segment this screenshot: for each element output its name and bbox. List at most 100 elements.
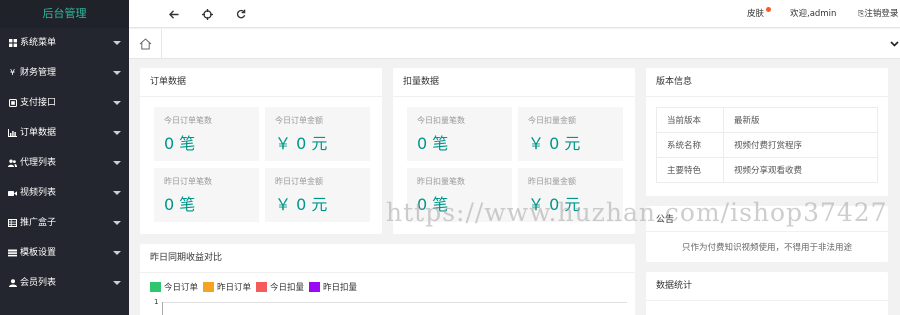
sidebar-item-orders[interactable]: 订单数据	[0, 118, 129, 148]
stat-value: 0 笔	[417, 195, 449, 214]
sidebar-item-label: 系统菜单	[20, 38, 57, 48]
legend-item[interactable]: 昨日扣量	[309, 281, 357, 293]
stat-value: ￥ 0 元	[528, 134, 581, 153]
legend-item[interactable]: 昨日订单	[203, 281, 251, 293]
stat-label: 昨日扣量金额	[528, 177, 576, 186]
table-row: 系统名称 视频付费打赏程序	[656, 132, 878, 158]
layout-icon	[7, 249, 18, 257]
grid-icon	[7, 39, 18, 47]
income-compare-chart-card: 昨日同期收益对比 1	[140, 244, 635, 315]
skin-switch[interactable]: 皮肤	[747, 0, 772, 28]
chart-legend: 今日订单 昨日订单 今日扣量 昨日扣量	[150, 281, 362, 293]
legend-item[interactable]: 今日订单	[150, 281, 198, 293]
sidebar-item-label: 推广盒子	[20, 218, 57, 228]
caret-down-icon	[113, 281, 121, 285]
logout-label: 注销登录	[864, 9, 899, 19]
payment-icon	[7, 99, 18, 107]
back-arrow-icon[interactable]	[167, 7, 181, 21]
sidebar-item-finance[interactable]: ¥ 财务管理	[0, 58, 129, 88]
caret-down-icon	[113, 131, 121, 135]
stat-value: ￥ 0 元	[528, 195, 581, 214]
stat-today-deduct-count: 今日扣量笔数 0 笔	[407, 107, 512, 161]
top-header: 皮肤 欢迎,admin ⎘注销登录	[129, 0, 900, 28]
stat-today-deduct-amount: 今日扣量金额 ￥ 0 元	[518, 107, 623, 161]
chart-card-title: 昨日同期收益对比	[140, 244, 635, 273]
user-icon	[7, 279, 18, 287]
legend-swatch	[150, 282, 161, 292]
table-key: 当前版本	[656, 107, 724, 133]
chevron-down-icon[interactable]	[888, 38, 900, 50]
sidebar-item-members[interactable]: 会员列表	[0, 268, 129, 298]
stat-value: ￥ 0 元	[275, 134, 328, 153]
users-icon	[7, 159, 18, 167]
legend-label: 今日订单	[164, 283, 199, 293]
caret-down-icon	[113, 191, 121, 195]
version-table: 当前版本 最新版 系统名称 视频付费打赏程序 主要特色 视频分享观看收费	[656, 107, 878, 183]
stat-yesterday-deduct-amount: 昨日扣量金额 ￥ 0 元	[518, 168, 623, 222]
sidebar-item-label: 视频列表	[20, 188, 57, 198]
sidebar-item-label: 财务管理	[20, 68, 57, 78]
refresh-icon[interactable]	[234, 7, 248, 21]
welcome-text: 欢迎,admin	[790, 9, 837, 19]
legend-label: 今日扣量	[270, 283, 305, 293]
legend-swatch	[203, 282, 215, 292]
app-logo-title: 后台管理	[0, 0, 129, 28]
order-card-title: 订单数据	[140, 68, 382, 97]
stat-yesterday-order-count: 昨日订单笔数 0 笔	[154, 168, 259, 222]
sidebar-item-label: 订单数据	[20, 128, 57, 138]
yen-icon: ¥	[9, 68, 16, 77]
chart-grid	[162, 302, 627, 315]
legend-item[interactable]: 今日扣量	[256, 281, 304, 293]
version-card-title: 版本信息	[646, 68, 888, 97]
skin-label: 皮肤	[747, 9, 765, 19]
stat-yesterday-deduct-count: 昨日扣量笔数 0 笔	[407, 168, 512, 222]
notice-card-title: 公告	[646, 206, 888, 232]
order-data-card: 订单数据 今日订单笔数 0 笔 今日订单金额 ￥ 0 元 昨日订单笔数 0 笔 …	[140, 68, 382, 234]
tab-home[interactable]	[129, 29, 162, 58]
logout-link[interactable]: ⎘注销登录	[858, 0, 898, 28]
caret-down-icon	[113, 41, 121, 45]
notice-text: 只作为付费知识视频使用，不得用于非法用途	[681, 243, 852, 253]
target-icon[interactable]	[200, 7, 214, 21]
stats-card-title: 数据统计	[646, 272, 888, 301]
sidebar-item-promo-box[interactable]: 推广盒子	[0, 208, 129, 238]
table-value: 视频付费打赏程序	[723, 132, 878, 158]
deduct-card-title: 扣量数据	[393, 68, 635, 97]
table-row: 当前版本 最新版	[656, 107, 878, 133]
sidebar-item-payment[interactable]: 支付接口	[0, 88, 129, 118]
legend-swatch	[309, 282, 321, 292]
legend-swatch	[256, 282, 268, 292]
data-stats-card: 数据统计	[646, 272, 888, 315]
caret-down-icon	[113, 101, 121, 105]
sidebar-item-system-menu[interactable]: 系统菜单	[0, 28, 129, 58]
sidebar-item-template[interactable]: 模板设置	[0, 238, 129, 268]
notification-dot	[766, 7, 772, 12]
stat-label: 今日订单笔数	[164, 116, 212, 125]
stat-value: 0 笔	[417, 134, 449, 153]
caret-down-icon	[113, 221, 121, 225]
stat-label: 昨日扣量笔数	[417, 177, 465, 186]
stat-value: 0 笔	[164, 195, 196, 214]
table-key: 系统名称	[656, 132, 724, 158]
sidebar-item-videos[interactable]: 视频列表	[0, 178, 129, 208]
caret-down-icon	[113, 251, 121, 255]
tab-bar	[129, 29, 900, 59]
stat-today-order-amount: 今日订单金额 ￥ 0 元	[265, 107, 370, 161]
stat-label: 今日扣量金额	[528, 116, 576, 125]
stat-label: 今日扣量笔数	[417, 116, 465, 125]
caret-down-icon	[113, 161, 121, 165]
sidebar-item-agents[interactable]: 代理列表	[0, 148, 129, 178]
version-info-card: 版本信息 当前版本 最新版 系统名称 视频付费打赏程序 主要特色 视频分享观看收…	[646, 68, 888, 196]
stat-label: 昨日订单金额	[275, 177, 323, 186]
sidebar-item-label: 会员列表	[20, 278, 57, 288]
table-icon	[7, 219, 18, 227]
table-value: 视频分享观看收费	[723, 157, 878, 183]
y-axis-tick: 1	[154, 298, 159, 306]
sidebar: 后台管理 系统菜单 ¥ 财务管理 支付接口 订单数据 代理列表 视频列表 推广盒…	[0, 0, 129, 315]
sidebar-item-label: 支付接口	[20, 98, 57, 108]
table-row: 主要特色 视频分享观看收费	[656, 157, 878, 183]
stat-yesterday-order-amount: 昨日订单金额 ￥ 0 元	[265, 168, 370, 222]
stat-today-order-count: 今日订单笔数 0 笔	[154, 107, 259, 161]
sidebar-item-label: 模板设置	[20, 248, 57, 258]
notice-card: 公告 只作为付费知识视频使用，不得用于非法用途	[646, 206, 888, 262]
